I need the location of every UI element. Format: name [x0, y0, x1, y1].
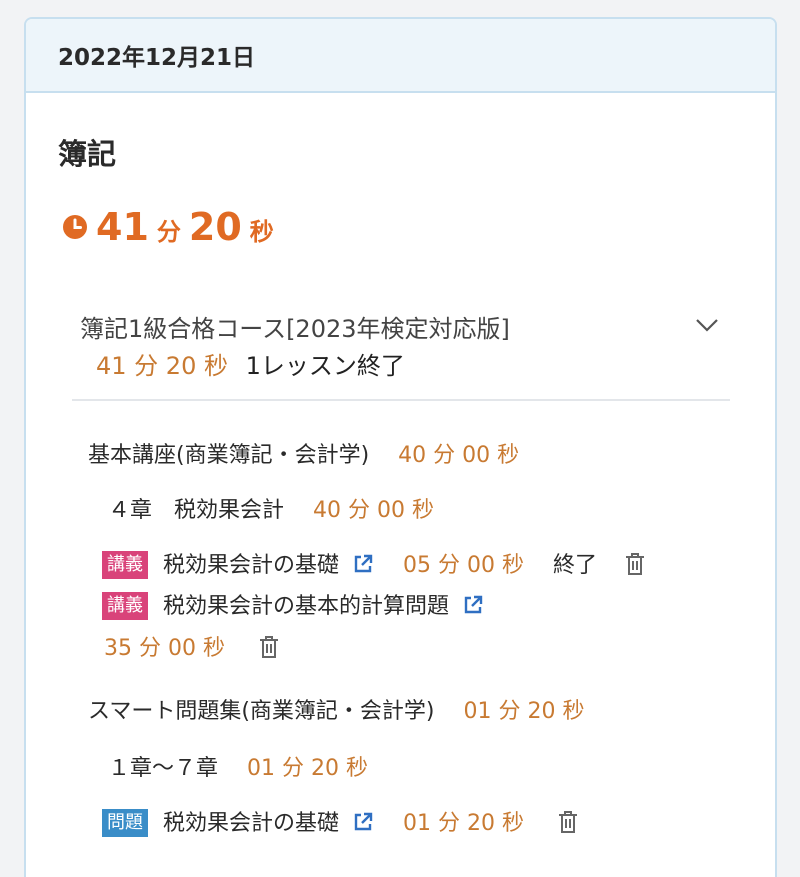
external-link-icon[interactable] — [462, 594, 484, 616]
lesson-title-link[interactable]: 税効果会計の基礎 — [163, 553, 339, 578]
lesson-title-link[interactable]: 税効果会計の基本的計算問題 — [163, 594, 449, 619]
section-header: スマート問題集(商業簿記・会計学) 01 分 20 秒 — [88, 693, 584, 725]
course-summary: 41 分 20 秒 1レッスン終了 — [96, 346, 405, 381]
total-study-time: 41 分 20 秒 — [62, 205, 282, 249]
course-time: 41 分 20 秒 — [96, 352, 228, 380]
chapter-name: ４章 税効果会計 — [108, 498, 285, 523]
lesson-item: 講義 税効果会計の基礎 05 分 00 秒 終了 — [102, 547, 646, 579]
lesson-item-meta: 35 分 00 秒 — [104, 630, 280, 662]
problem-badge: 問題 — [102, 809, 148, 837]
total-minutes: 41 — [96, 205, 149, 249]
lecture-badge: 講義 — [102, 551, 148, 579]
lesson-time: 35 分 00 秒 — [104, 636, 225, 661]
trash-icon[interactable] — [624, 551, 646, 577]
section-time: 01 分 20 秒 — [463, 699, 585, 724]
total-seconds-unit: 秒 — [249, 218, 274, 246]
section-name: スマート問題集(商業簿記・会計学) — [88, 699, 435, 724]
lesson-time: 05 分 00 秒 — [403, 553, 524, 578]
external-link-icon[interactable] — [352, 553, 374, 575]
lesson-title-link[interactable]: 税効果会計の基礎 — [163, 811, 339, 836]
chapter-row: ４章 税効果会計 40 分 00 秒 — [108, 492, 434, 524]
total-minutes-unit: 分 — [156, 218, 181, 246]
chapter-time: 01 分 20 秒 — [247, 756, 368, 781]
lecture-badge: 講義 — [102, 592, 148, 620]
divider — [72, 399, 730, 401]
section-header: 基本講座(商業簿記・会計学) 40 分 00 秒 — [88, 437, 519, 469]
trash-icon[interactable] — [557, 809, 579, 835]
chapter-time: 40 分 00 秒 — [313, 498, 434, 523]
external-link-icon[interactable] — [352, 811, 374, 833]
chapter-row: １章〜７章 01 分 20 秒 — [108, 750, 368, 782]
trash-icon[interactable] — [258, 634, 280, 660]
lesson-item: 問題 税効果会計の基礎 01 分 20 秒 — [102, 805, 579, 837]
lesson-item: 講義 税効果会計の基本的計算問題 — [102, 588, 484, 620]
record-date: 2022年12月21日 — [26, 19, 775, 93]
lesson-status: 終了 — [552, 553, 597, 578]
section-name: 基本講座(商業簿記・会計学) — [88, 443, 370, 468]
section-time: 40 分 00 秒 — [398, 443, 520, 468]
course-title[interactable]: 簿記1級合格コース[2023年検定対応版] — [80, 309, 510, 344]
lesson-time: 01 分 20 秒 — [403, 811, 524, 836]
clock-icon — [63, 215, 87, 239]
total-seconds: 20 — [188, 205, 242, 249]
chevron-down-icon[interactable] — [694, 315, 720, 335]
chapter-name: １章〜７章 — [108, 756, 219, 781]
study-record-card: 2022年12月21日 簿記 41 分 20 秒 簿記1級合格コース[2023年… — [24, 17, 777, 877]
subject-title: 簿記 — [58, 137, 117, 171]
lessons-done: 1レッスン終了 — [245, 352, 405, 380]
